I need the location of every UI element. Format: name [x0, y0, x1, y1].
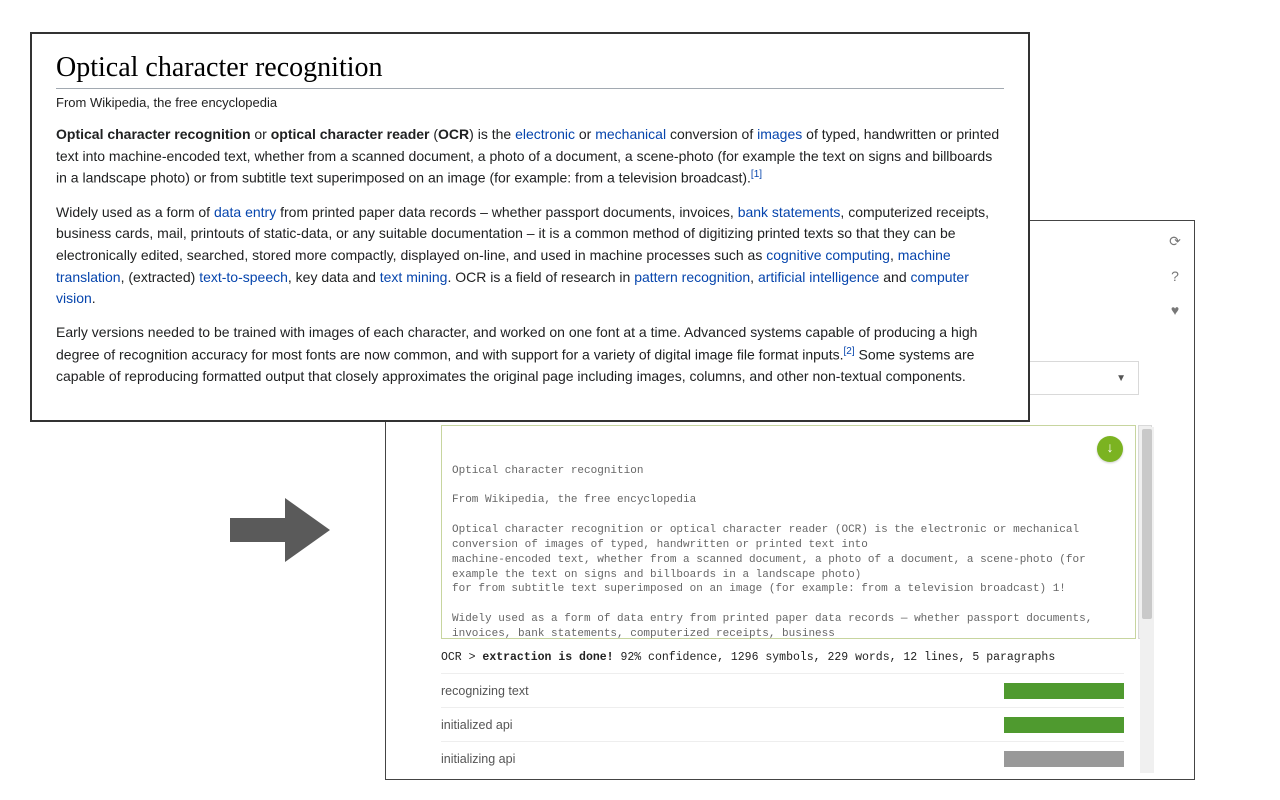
- ocr-output-text[interactable]: Optical character recognition From Wikip…: [441, 425, 1136, 639]
- article-title: Optical character recognition: [56, 52, 1004, 89]
- ocr-output-content: Optical character recognition From Wikip…: [452, 464, 1125, 639]
- bold-ocr-2: optical character reader: [271, 126, 430, 142]
- progress-row: recognizing text: [441, 673, 1124, 707]
- link-cognitive-computing[interactable]: cognitive computing: [766, 247, 890, 263]
- link-artificial-intelligence[interactable]: artificial intelligence: [758, 269, 879, 285]
- progress-row: initialized api: [441, 707, 1124, 741]
- progress-bar: [1004, 683, 1124, 699]
- status-bold: extraction is done!: [482, 651, 613, 664]
- article-paragraph-1: Optical character recognition or optical…: [56, 124, 1004, 190]
- article-paragraph-2: Widely used as a form of data entry from…: [56, 202, 1004, 310]
- progress-label: initializing api: [441, 752, 515, 766]
- bold-ocr-1: Optical character recognition: [56, 126, 251, 142]
- bold-ocr-3: OCR: [438, 126, 469, 142]
- article-subtitle: From Wikipedia, the free encyclopedia: [56, 95, 1004, 110]
- progress-bar: [1004, 751, 1124, 767]
- chevron-down-icon: ▼: [1116, 373, 1126, 384]
- panel-toolbar: ⟳ ? ♥: [1166, 233, 1184, 318]
- arrow-right-icon: [225, 490, 335, 570]
- progress-row: initializing api: [441, 741, 1124, 775]
- wikipedia-article-box: Optical character recognition From Wikip…: [30, 32, 1030, 422]
- progress-bar: [1004, 717, 1124, 733]
- download-icon: ↓: [1106, 440, 1114, 459]
- link-data-entry[interactable]: data entry: [214, 204, 276, 220]
- favorite-icon[interactable]: ♥: [1166, 302, 1184, 318]
- scrollbar-thumb[interactable]: [1142, 429, 1152, 619]
- refresh-icon[interactable]: ⟳: [1166, 233, 1184, 250]
- progress-list: recognizing text initialized api initial…: [441, 673, 1124, 775]
- download-button[interactable]: ↓: [1097, 436, 1123, 462]
- help-icon[interactable]: ?: [1166, 268, 1184, 284]
- status-line: OCR > extraction is done! 92% confidence…: [441, 651, 1139, 664]
- link-text-mining[interactable]: text mining: [380, 269, 448, 285]
- link-pattern-recognition[interactable]: pattern recognition: [634, 269, 750, 285]
- progress-label: recognizing text: [441, 684, 529, 698]
- ocr-output-wrap: Optical character recognition From Wikip…: [441, 425, 1152, 639]
- link-images[interactable]: images: [757, 126, 802, 142]
- citation-1[interactable]: [1]: [751, 169, 762, 180]
- link-electronic[interactable]: electronic: [515, 126, 575, 142]
- link-mechanical[interactable]: mechanical: [595, 126, 666, 142]
- link-text-to-speech[interactable]: text-to-speech: [199, 269, 288, 285]
- progress-label: initialized api: [441, 718, 513, 732]
- panel-scrollbar[interactable]: [1140, 427, 1154, 773]
- citation-2[interactable]: [2]: [844, 346, 855, 357]
- link-bank-statements[interactable]: bank statements: [738, 204, 841, 220]
- article-paragraph-3: Early versions needed to be trained with…: [56, 322, 1004, 388]
